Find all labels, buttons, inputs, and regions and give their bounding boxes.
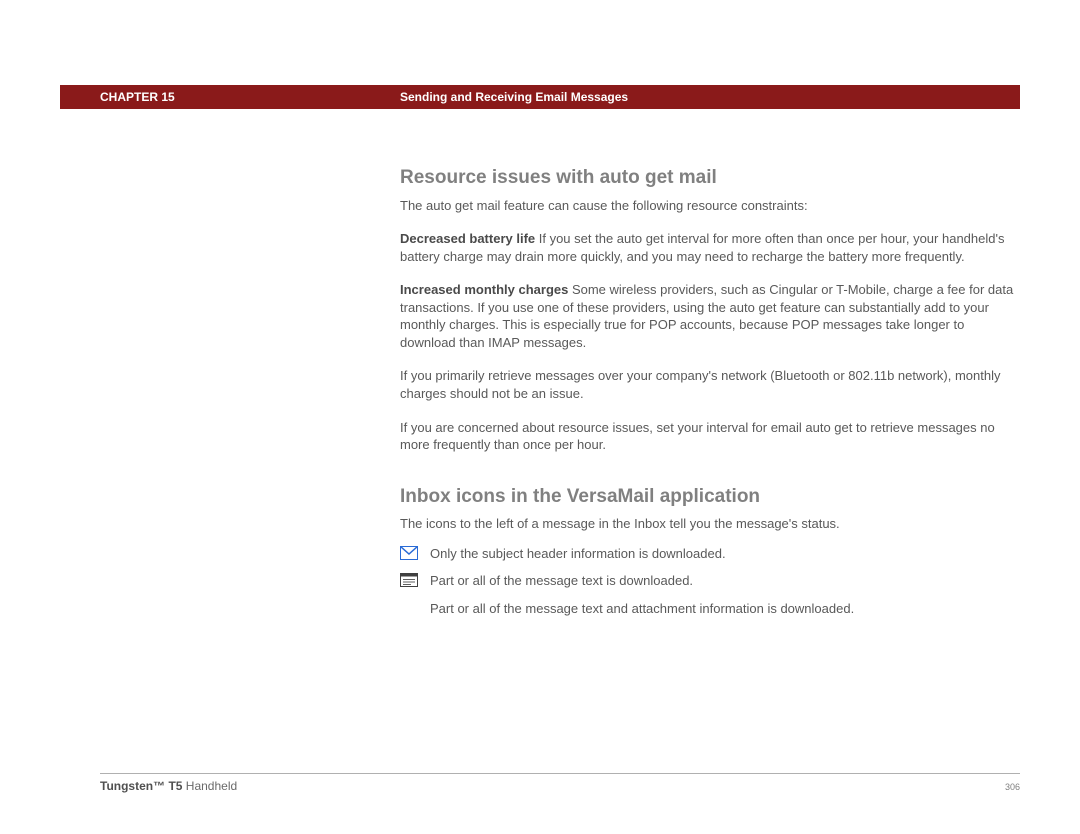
- page-footer: Tungsten™ T5 Handheld 306: [100, 778, 1020, 794]
- page-content: Resource issues with auto get mail The a…: [400, 165, 1020, 627]
- section2-intro: The icons to the left of a message in th…: [400, 515, 1020, 533]
- message-attachment-icon: [400, 600, 430, 601]
- message-text-icon: [400, 572, 430, 587]
- section1-para-charges: Increased monthly charges Some wireless …: [400, 281, 1020, 351]
- envelope-header-icon: [400, 545, 430, 560]
- inbox-icon-row: Only the subject header information is d…: [400, 545, 1020, 563]
- section1-para-interval: If you are concerned about resource issu…: [400, 419, 1020, 454]
- section1-intro: The auto get mail feature can cause the …: [400, 197, 1020, 215]
- lead-battery: Decreased battery life: [400, 231, 535, 246]
- inbox-icon-text: Part or all of the message text and atta…: [430, 600, 1020, 618]
- inbox-icon-text: Only the subject header information is d…: [430, 545, 1020, 563]
- section-heading-resource-issues: Resource issues with auto get mail: [400, 165, 1020, 191]
- chapter-header-bar: CHAPTER 15 Sending and Receiving Email M…: [60, 85, 1020, 109]
- product-name: Tungsten™ T5 Handheld: [100, 778, 237, 794]
- inbox-icon-row: Part or all of the message text and atta…: [400, 600, 1020, 618]
- footer-rule: [100, 773, 1020, 774]
- page-number: 306: [1005, 781, 1020, 793]
- lead-charges: Increased monthly charges: [400, 282, 568, 297]
- section-heading-inbox-icons: Inbox icons in the VersaMail application: [400, 484, 1020, 510]
- inbox-icon-row: Part or all of the message text is downl…: [400, 572, 1020, 590]
- chapter-label: CHAPTER 15: [60, 89, 380, 105]
- product-name-rest: Handheld: [182, 779, 237, 793]
- section1-para-battery: Decreased battery life If you set the au…: [400, 230, 1020, 265]
- product-name-strong: Tungsten™ T5: [100, 779, 182, 793]
- chapter-title: Sending and Receiving Email Messages: [380, 89, 628, 105]
- section1-para-network: If you primarily retrieve messages over …: [400, 367, 1020, 402]
- inbox-icon-text: Part or all of the message text is downl…: [430, 572, 1020, 590]
- document-page: CHAPTER 15 Sending and Receiving Email M…: [0, 0, 1080, 834]
